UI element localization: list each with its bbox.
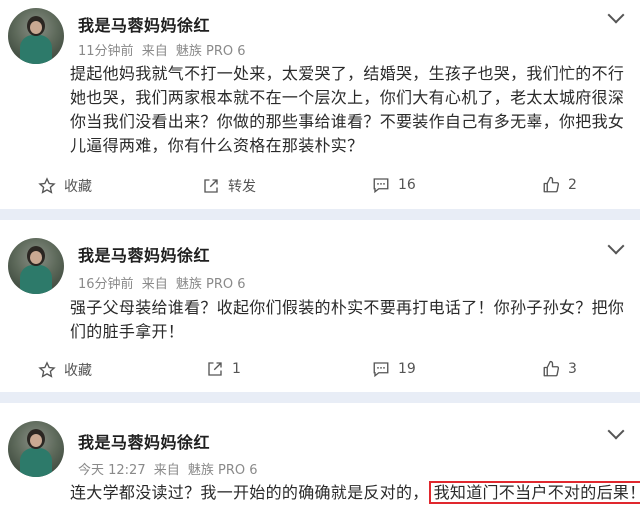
device-label[interactable]: 魅族 PRO 6 [176, 44, 246, 59]
like-icon [542, 360, 560, 378]
highlighted-text: 我知道门不当户不对的后果！ [428, 481, 640, 504]
star-icon [38, 361, 56, 379]
repost-icon [206, 360, 224, 378]
chevron-down-icon[interactable] [607, 6, 625, 24]
collect-button[interactable]: 收藏 [38, 360, 92, 380]
post-card: 我是马蓉妈妈徐红 11分钟前 来自 魅族 PRO 6 提起他妈我就气不打一处来，… [0, 0, 640, 209]
collect-label: 收藏 [64, 363, 92, 379]
source-prefix: 来自 [141, 277, 168, 292]
username[interactable]: 我是马蓉妈妈徐红 [78, 12, 210, 36]
device-label[interactable]: 魅族 PRO 6 [176, 277, 246, 292]
repost-label: 转发 [228, 179, 256, 195]
comment-button[interactable]: 16 [372, 176, 416, 194]
comment-button[interactable]: 19 [372, 360, 416, 378]
post-content: 连大学都没读过？我一开始的的确确就是反对的， 我知道门不当户不对的后果！ [70, 481, 640, 505]
repost-icon [202, 177, 220, 195]
source-prefix: 来自 [141, 44, 168, 59]
post-content: 提起他妈我就气不打一处来，太爱哭了，结婚哭，生孩子也哭，我们忙的不行她也哭，我们… [70, 64, 625, 155]
comment-count: 19 [398, 361, 416, 377]
repost-button[interactable]: 转发 [202, 176, 256, 196]
post-card: 我是马蓉妈妈徐红 16分钟前 来自 魅族 PRO 6 强子父母装给谁看？收起你们… [0, 220, 640, 392]
like-count: 3 [568, 361, 577, 377]
post-time: 今天 12:27 [78, 463, 146, 478]
post-meta: 今天 12:27 来自 魅族 PRO 6 [78, 459, 262, 478]
star-icon [38, 177, 56, 195]
like-count: 2 [568, 177, 577, 193]
device-label[interactable]: 魅族 PRO 6 [188, 463, 258, 478]
post-time: 16分钟前 [78, 277, 134, 292]
post-content: 强子父母装给谁看？收起你们假装的朴实不要再打电话了！你孙子孙女？把你们的脏手拿开… [70, 298, 625, 341]
repost-button[interactable]: 1 [206, 360, 241, 378]
source-prefix: 来自 [153, 463, 180, 478]
action-bar: 收藏 1 19 3 [0, 360, 640, 384]
comment-icon [372, 360, 390, 378]
username[interactable]: 我是马蓉妈妈徐红 [78, 429, 210, 453]
post-meta: 11分钟前 来自 魅族 PRO 6 [78, 40, 249, 59]
avatar[interactable] [8, 421, 64, 477]
like-icon [542, 176, 560, 194]
avatar[interactable] [8, 8, 64, 64]
action-bar: 收藏 转发 16 2 [0, 176, 640, 200]
comment-count: 16 [398, 177, 416, 193]
collect-label: 收藏 [64, 179, 92, 195]
post-card: 我是马蓉妈妈徐红 今天 12:27 来自 魅族 PRO 6 连大学都没读过？我一… [0, 403, 640, 509]
post-text: 连大学都没读过？我一开始的的确确就是反对的， [70, 483, 429, 502]
username[interactable]: 我是马蓉妈妈徐红 [78, 242, 210, 266]
collect-button[interactable]: 收藏 [38, 176, 92, 196]
post-meta: 16分钟前 来自 魅族 PRO 6 [78, 273, 249, 292]
comment-icon [372, 176, 390, 194]
like-button[interactable]: 2 [542, 176, 577, 194]
like-button[interactable]: 3 [542, 360, 577, 378]
repost-count: 1 [232, 361, 241, 377]
chevron-down-icon[interactable] [607, 237, 625, 255]
post-time: 11分钟前 [78, 44, 134, 59]
avatar[interactable] [8, 238, 64, 294]
chevron-down-icon[interactable] [607, 422, 625, 440]
